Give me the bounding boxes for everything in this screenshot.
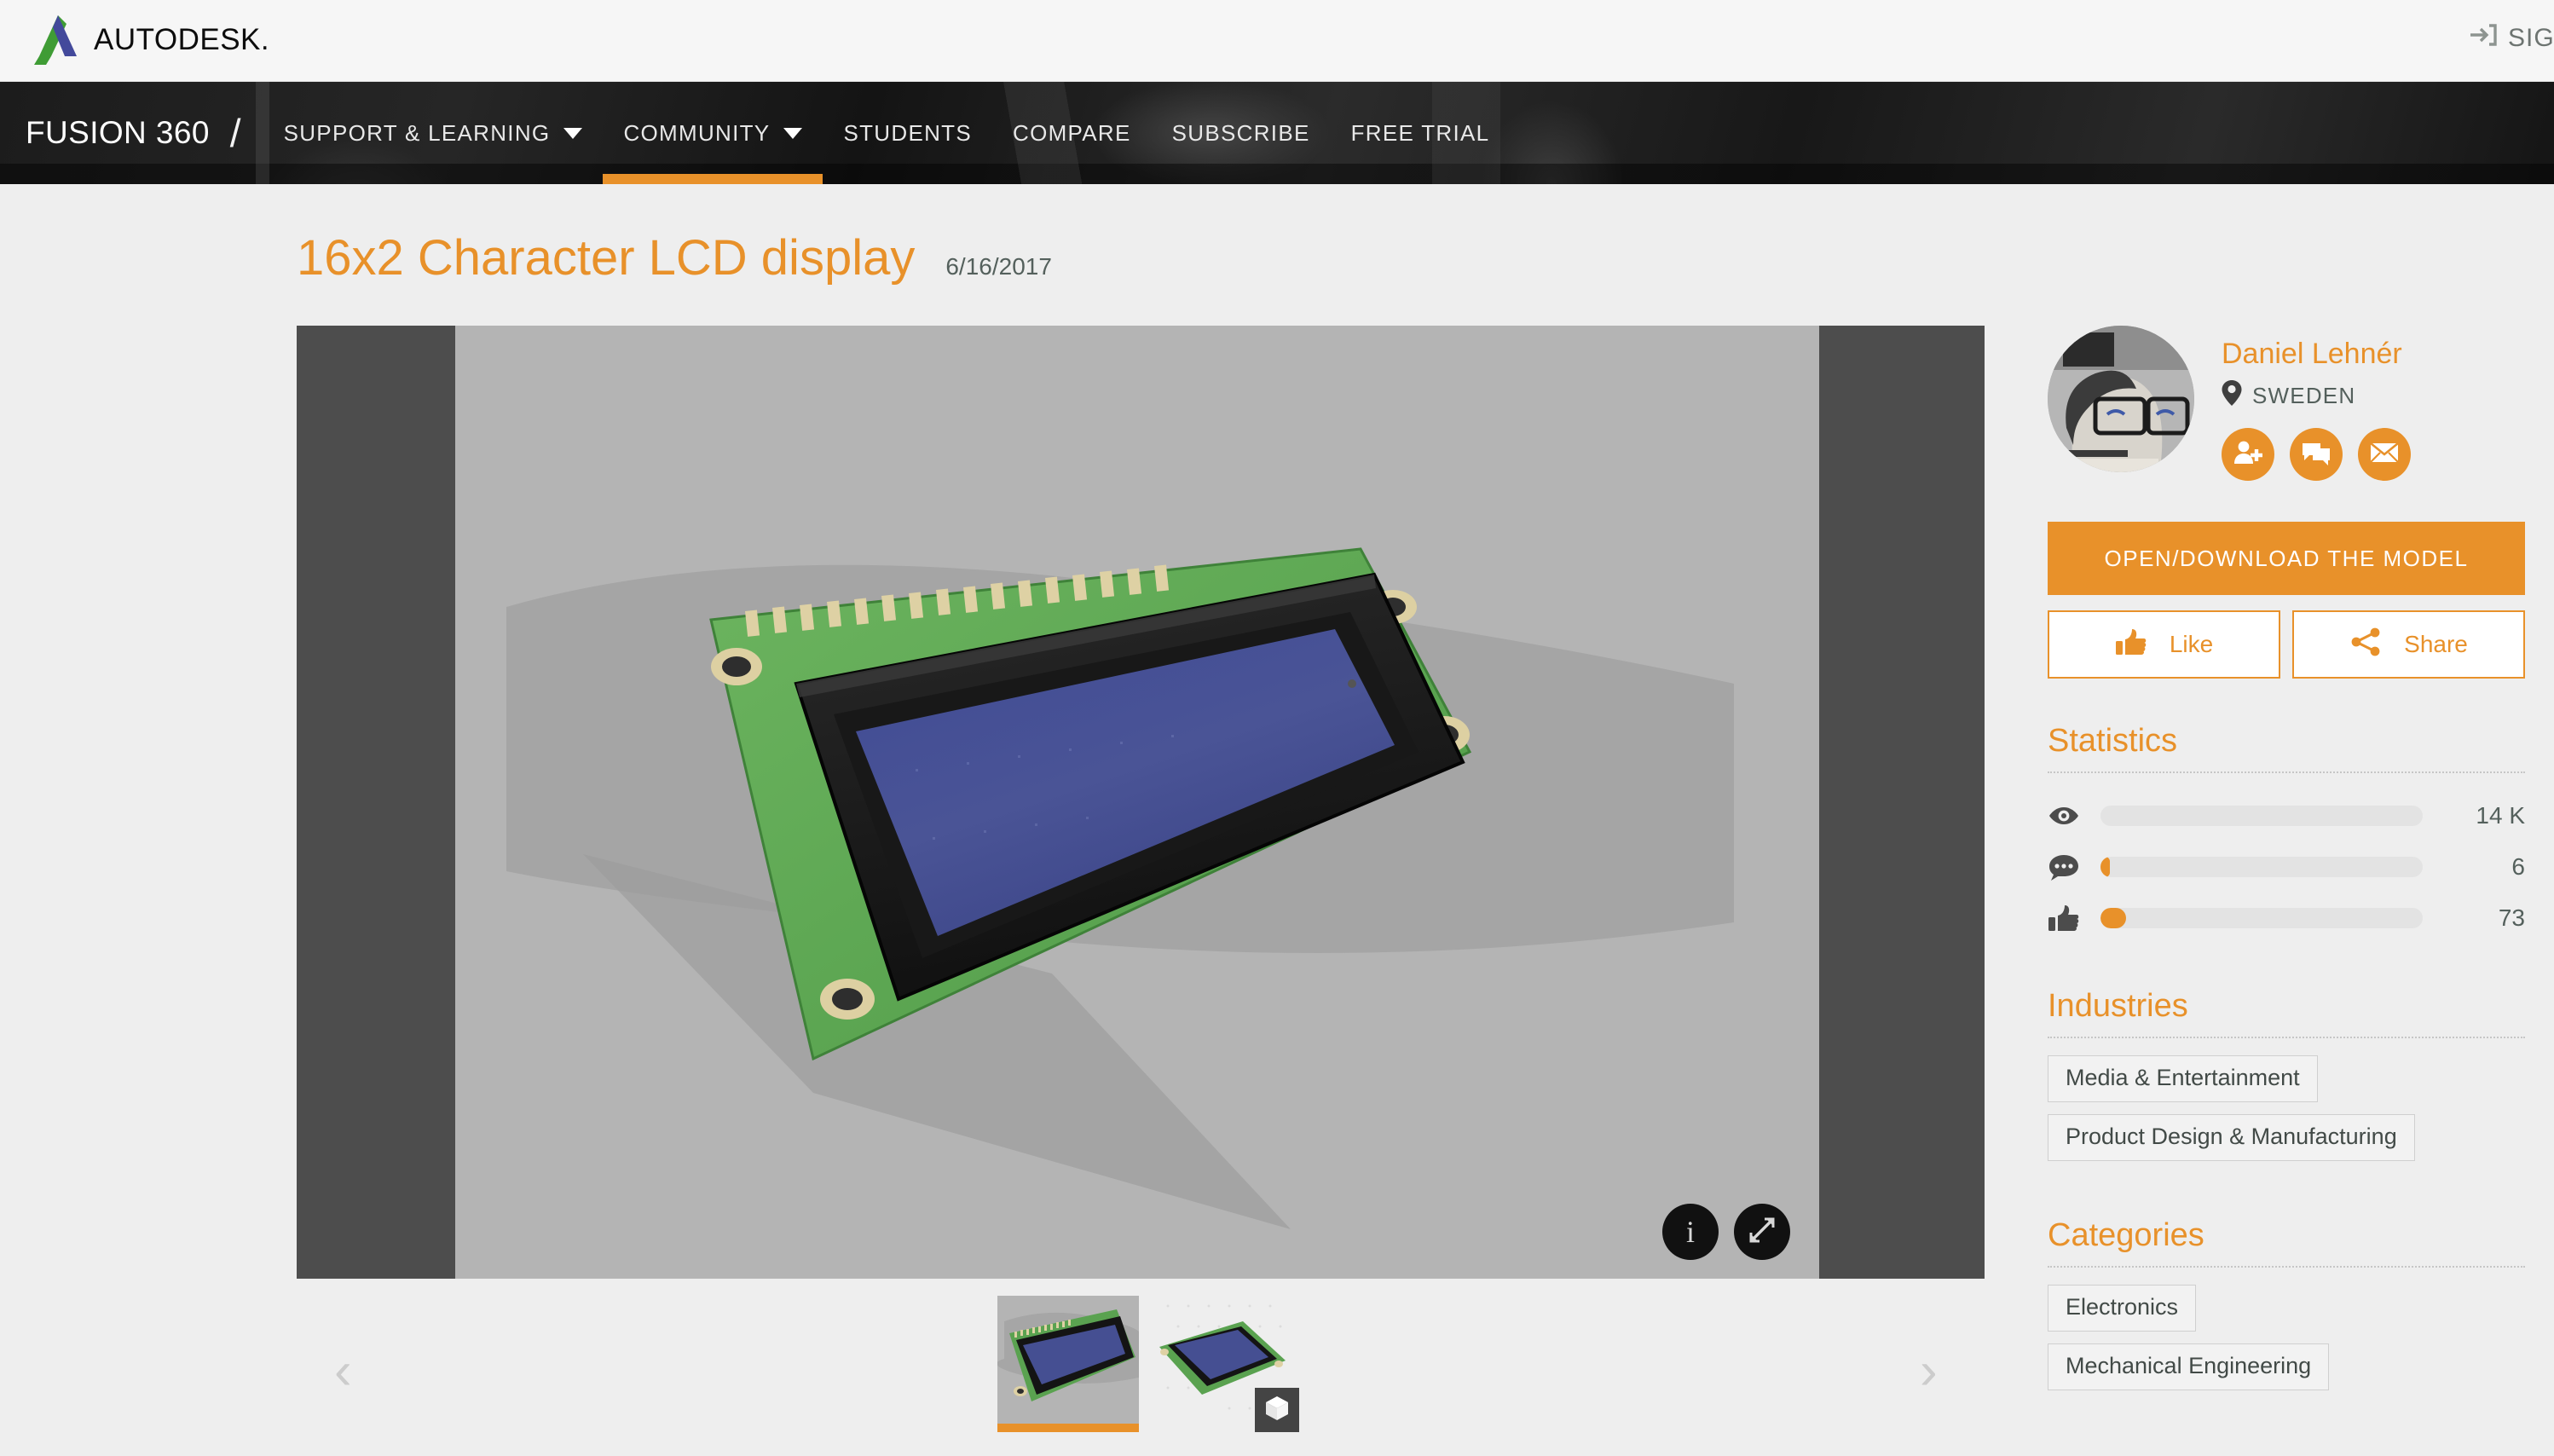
- author-actions: [2222, 428, 2411, 481]
- stat-value: 14 K: [2476, 802, 2525, 829]
- lcd-render-image: [455, 326, 1819, 1279]
- share-label: Share: [2404, 631, 2468, 657]
- carousel-prev-button[interactable]: ‹: [334, 1345, 352, 1398]
- author-name[interactable]: Daniel Lehnér: [2222, 338, 2411, 371]
- envelope-icon: [2370, 442, 2399, 468]
- category-tag[interactable]: Electronics: [2048, 1285, 2197, 1332]
- thumbnail-item[interactable]: [1158, 1296, 1299, 1432]
- add-user-icon: [2233, 439, 2262, 471]
- cube-3d-badge[interactable]: [1255, 1388, 1299, 1432]
- chevron-down-icon: [783, 127, 803, 139]
- share-icon: [2349, 627, 2382, 662]
- industry-tag[interactable]: Product Design & Manufacturing: [2048, 1114, 2415, 1161]
- fullscreen-button[interactable]: [1734, 1204, 1790, 1260]
- autodesk-wordmark: AUTODESK.: [94, 23, 270, 56]
- viewer-stage[interactable]: i: [455, 326, 1819, 1279]
- stat-bar: [2100, 857, 2423, 877]
- thumbnail-item[interactable]: [997, 1296, 1139, 1432]
- nav-item-label: COMMUNITY: [623, 119, 771, 146]
- categories-title: Categories: [2048, 1217, 2204, 1253]
- stat-value: 73: [2498, 904, 2525, 931]
- author-location: SWEDEN: [2222, 379, 2411, 413]
- statistics-section: Statistics 14 K 6 73: [2048, 723, 2525, 944]
- stat-bar: [2100, 908, 2423, 928]
- nav-item-support-learning[interactable]: SUPPORT & LEARNING: [263, 82, 604, 184]
- thumbs-up-icon: [2048, 904, 2080, 933]
- nav-item-label: SUBSCRIBE: [1171, 119, 1310, 146]
- page-title: 16x2 Character LCD display: [297, 230, 916, 286]
- follow-button[interactable]: [2222, 428, 2274, 481]
- cube-3d-icon: [1264, 1395, 1290, 1426]
- autodesk-logo[interactable]: AUTODESK.: [32, 14, 269, 66]
- nav-item-label: SUPPORT & LEARNING: [283, 119, 551, 146]
- section-divider: [2048, 1037, 2525, 1038]
- stat-bar-fill: [2100, 908, 2127, 928]
- viewer-controls: i: [1662, 1204, 1790, 1260]
- author-location-label: SWEDEN: [2252, 383, 2356, 408]
- stat-bar-fill: [2100, 857, 2111, 877]
- email-button[interactable]: [2358, 428, 2411, 481]
- nav-item-compare[interactable]: COMPARE: [992, 82, 1152, 184]
- section-divider: [2048, 1266, 2525, 1268]
- autodesk-logo-icon: [32, 14, 80, 66]
- comment-icon: [2048, 853, 2080, 881]
- map-pin-icon: [2222, 379, 2242, 413]
- stat-bar: [2100, 806, 2423, 826]
- sign-in-button[interactable]: SIGN IN: [2469, 22, 2554, 55]
- nav-item-label: FREE TRIAL: [1350, 119, 1490, 146]
- info-button[interactable]: i: [1662, 1204, 1719, 1260]
- section-divider: [2048, 771, 2525, 773]
- categories-section: Categories Electronics Mechanical Engine…: [2048, 1217, 2525, 1402]
- page-body: 16x2 Character LCD display 6/16/2017 i ‹…: [0, 184, 2554, 1456]
- model-sidebar: Daniel Lehnér SWEDEN OPEN/DOWNLOAD THE M…: [2048, 326, 2525, 1402]
- page-title-row: 16x2 Character LCD display 6/16/2017: [297, 229, 1052, 286]
- product-nav-bar: FUSION 360 / SUPPORT & LEARNING COMMUNIT…: [0, 82, 2554, 184]
- nav-separator: /: [229, 111, 241, 155]
- nav-item-label: STUDENTS: [843, 119, 972, 146]
- nav-item-label: COMPARE: [1013, 119, 1131, 146]
- thumbs-up-icon: [2115, 627, 2147, 662]
- thumbnail-strip: ‹ ›: [297, 1279, 1985, 1456]
- sign-in-label: SIGN IN: [2508, 24, 2554, 52]
- categories-tag-list: Electronics Mechanical Engineering: [2048, 1285, 2525, 1402]
- like-button[interactable]: Like: [2048, 610, 2280, 679]
- thumbnail-list: [997, 1296, 1299, 1432]
- stat-row-likes: 73: [2048, 893, 2525, 944]
- industry-tag[interactable]: Media & Entertainment: [2048, 1055, 2318, 1102]
- author-card: Daniel Lehnér SWEDEN: [2048, 326, 2525, 481]
- nav-item-community[interactable]: COMMUNITY: [603, 82, 823, 184]
- expand-icon: [1748, 1216, 1777, 1249]
- stat-value: 6: [2511, 853, 2525, 880]
- industries-tag-list: Media & Entertainment Product Design & M…: [2048, 1055, 2525, 1173]
- industries-section: Industries Media & Entertainment Product…: [2048, 988, 2525, 1173]
- publish-date: 6/16/2017: [945, 253, 1052, 280]
- nav-item-students[interactable]: STUDENTS: [823, 82, 992, 184]
- statistics-title: Statistics: [2048, 723, 2178, 759]
- open-download-model-button[interactable]: OPEN/DOWNLOAD THE MODEL: [2048, 522, 2525, 595]
- message-button[interactable]: [2290, 428, 2343, 481]
- avatar[interactable]: [2048, 326, 2194, 472]
- share-button[interactable]: Share: [2292, 610, 2525, 679]
- nav-item-subscribe[interactable]: SUBSCRIBE: [1152, 82, 1331, 184]
- brand-bar: AUTODESK. SIGN IN: [0, 0, 2554, 82]
- chevron-down-icon: [563, 127, 583, 139]
- product-name[interactable]: FUSION 360: [26, 115, 210, 151]
- stat-row-views: 14 K: [2048, 790, 2525, 841]
- like-label: Like: [2169, 631, 2214, 657]
- category-tag[interactable]: Mechanical Engineering: [2048, 1343, 2330, 1390]
- like-share-row: Like Share: [2048, 610, 2525, 679]
- chat-bubble-icon: [2302, 440, 2331, 470]
- stat-row-comments: 6: [2048, 841, 2525, 893]
- model-viewer[interactable]: i: [297, 326, 1985, 1279]
- eye-icon: [2048, 806, 2080, 826]
- carousel-next-button[interactable]: ›: [1920, 1345, 1938, 1398]
- industries-title: Industries: [2048, 988, 2188, 1024]
- sign-in-icon: [2469, 22, 2498, 55]
- nav-item-free-trial[interactable]: FREE TRIAL: [1331, 82, 1511, 184]
- info-icon: i: [1685, 1215, 1695, 1249]
